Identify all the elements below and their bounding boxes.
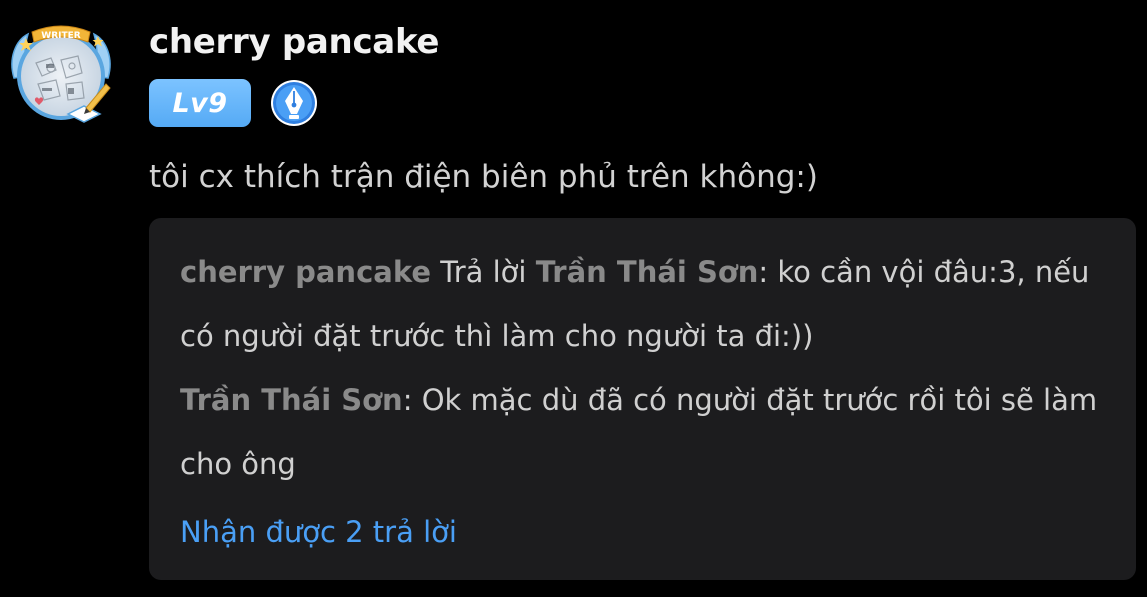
reply-author[interactable]: Trần Thái Sơn — [180, 383, 403, 417]
replies-preview[interactable]: cherry pancake Trả lời Trần Thái Sơn: ko… — [149, 218, 1136, 580]
reply-word: Trả lời — [440, 255, 527, 289]
user-avatar[interactable]: WRITER — [6, 18, 116, 130]
writer-badge-text: WRITER — [41, 31, 80, 41]
fountain-pen-nib-icon — [271, 80, 317, 126]
reply-item[interactable]: cherry pancake Trả lời Trần Thái Sơn: ko… — [180, 240, 1106, 368]
reply-author[interactable]: cherry pancake — [180, 255, 431, 289]
reply-target[interactable]: Trần Thái Sơn — [536, 255, 759, 289]
comment-text: tôi cx thích trận điện biên phủ trên khô… — [149, 159, 818, 195]
username[interactable]: cherry pancake — [149, 20, 439, 64]
badge-row: Lv9 — [149, 79, 319, 127]
reply-item[interactable]: Trần Thái Sơn: Ok mặc dù đã có người đặt… — [180, 368, 1106, 496]
view-replies-link[interactable]: Nhận được 2 trả lời — [180, 510, 457, 554]
level-badge: Lv9 — [149, 79, 251, 127]
